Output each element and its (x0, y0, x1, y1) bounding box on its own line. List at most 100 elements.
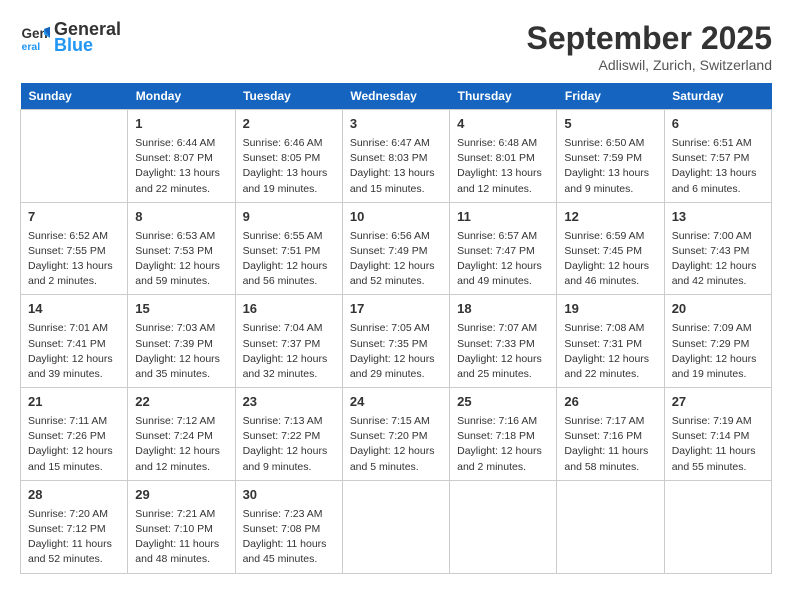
calendar-cell: 8 Sunrise: 6:53 AM Sunset: 7:53 PM Daylig… (128, 202, 235, 295)
day-header-tuesday: Tuesday (235, 83, 342, 110)
calendar-cell: 20 Sunrise: 7:09 AM Sunset: 7:29 PM Dayli… (664, 295, 771, 388)
day-number: 3 (350, 115, 442, 134)
day-header-wednesday: Wednesday (342, 83, 449, 110)
calendar-cell: 26Sunrise: 7:17 AM Sunset: 7:16 PM Dayli… (557, 388, 664, 481)
calendar-cell: 28 Sunrise: 7:20 AM Sunset: 7:12 PM Dayli… (21, 480, 128, 573)
day-number: 16 (243, 300, 335, 319)
cell-content: Sunrise: 7:00 AM Sunset: 7:43 PM Dayligh… (672, 229, 764, 290)
day-number: 23 (243, 393, 335, 412)
calendar-cell: 12 Sunrise: 6:59 AM Sunset: 7:45 PM Dayli… (557, 202, 664, 295)
logo-icon: Gen eral (20, 23, 50, 53)
calendar-cell: 17 Sunrise: 7:05 AM Sunset: 7:35 PM Dayli… (342, 295, 449, 388)
cell-content: Sunrise: 7:19 AM Sunset: 7:14 PM Dayligh… (672, 414, 764, 475)
calendar-cell: 22Sunrise: 7:12 AM Sunset: 7:24 PM Dayli… (128, 388, 235, 481)
cell-content: Sunrise: 7:16 AM Sunset: 7:18 PM Dayligh… (457, 414, 549, 475)
day-number: 14 (28, 300, 120, 319)
cell-content: Sunrise: 7:04 AM Sunset: 7:37 PM Dayligh… (243, 321, 335, 382)
calendar-cell: 30Sunrise: 7:23 AM Sunset: 7:08 PM Dayli… (235, 480, 342, 573)
cell-content: Sunrise: 7:07 AM Sunset: 7:33 PM Dayligh… (457, 321, 549, 382)
day-number: 21 (28, 393, 120, 412)
week-row-3: 14 Sunrise: 7:01 AM Sunset: 7:41 PM Dayli… (21, 295, 772, 388)
cell-content: Sunrise: 6:52 AM Sunset: 7:55 PM Dayligh… (28, 229, 120, 290)
day-number: 19 (564, 300, 656, 319)
day-number: 1 (135, 115, 227, 134)
calendar-cell: 7 Sunrise: 6:52 AM Sunset: 7:55 PM Daylig… (21, 202, 128, 295)
cell-content: Sunrise: 7:03 AM Sunset: 7:39 PM Dayligh… (135, 321, 227, 382)
cell-content: Sunrise: 7:15 AM Sunset: 7:20 PM Dayligh… (350, 414, 442, 475)
day-number: 11 (457, 208, 549, 227)
week-row-1: 1 Sunrise: 6:44 AM Sunset: 8:07 PM Daylig… (21, 110, 772, 203)
day-header-sunday: Sunday (21, 83, 128, 110)
day-number: 27 (672, 393, 764, 412)
calendar-cell: 2 Sunrise: 6:46 AM Sunset: 8:05 PM Daylig… (235, 110, 342, 203)
calendar-cell: 18Sunrise: 7:07 AM Sunset: 7:33 PM Dayli… (450, 295, 557, 388)
day-number: 28 (28, 486, 120, 505)
day-number: 6 (672, 115, 764, 134)
cell-content: Sunrise: 6:44 AM Sunset: 8:07 PM Dayligh… (135, 136, 227, 197)
day-number: 12 (564, 208, 656, 227)
day-number: 2 (243, 115, 335, 134)
calendar-cell (557, 480, 664, 573)
title-block: September 2025 Adliswil, Zurich, Switzer… (527, 20, 772, 73)
day-number: 13 (672, 208, 764, 227)
calendar-table: SundayMondayTuesdayWednesdayThursdayFrid… (20, 83, 772, 574)
day-number: 8 (135, 208, 227, 227)
day-number: 20 (672, 300, 764, 319)
day-number: 17 (350, 300, 442, 319)
calendar-cell (664, 480, 771, 573)
cell-content: Sunrise: 7:13 AM Sunset: 7:22 PM Dayligh… (243, 414, 335, 475)
cell-content: Sunrise: 7:05 AM Sunset: 7:35 PM Dayligh… (350, 321, 442, 382)
cell-content: Sunrise: 6:50 AM Sunset: 7:59 PM Dayligh… (564, 136, 656, 197)
calendar-cell (21, 110, 128, 203)
day-number: 10 (350, 208, 442, 227)
calendar-cell: 3 Sunrise: 6:47 AM Sunset: 8:03 PM Daylig… (342, 110, 449, 203)
calendar-cell: 9Sunrise: 6:55 AM Sunset: 7:51 PM Daylig… (235, 202, 342, 295)
location: Adliswil, Zurich, Switzerland (527, 57, 772, 73)
day-number: 7 (28, 208, 120, 227)
week-row-4: 21 Sunrise: 7:11 AM Sunset: 7:26 PM Dayli… (21, 388, 772, 481)
cell-content: Sunrise: 6:53 AM Sunset: 7:53 PM Dayligh… (135, 229, 227, 290)
calendar-cell: 29Sunrise: 7:21 AM Sunset: 7:10 PM Dayli… (128, 480, 235, 573)
calendar-cell: 19 Sunrise: 7:08 AM Sunset: 7:31 PM Dayli… (557, 295, 664, 388)
cell-content: Sunrise: 6:51 AM Sunset: 7:57 PM Dayligh… (672, 136, 764, 197)
day-number: 24 (350, 393, 442, 412)
week-row-2: 7 Sunrise: 6:52 AM Sunset: 7:55 PM Daylig… (21, 202, 772, 295)
day-number: 4 (457, 115, 549, 134)
cell-content: Sunrise: 7:20 AM Sunset: 7:12 PM Dayligh… (28, 507, 120, 568)
page-header: Gen eral General Blue September 2025 Adl… (20, 20, 772, 73)
calendar-cell: 27 Sunrise: 7:19 AM Sunset: 7:14 PM Dayli… (664, 388, 771, 481)
day-number: 9 (243, 208, 335, 227)
calendar-cell: 13 Sunrise: 7:00 AM Sunset: 7:43 PM Dayli… (664, 202, 771, 295)
cell-content: Sunrise: 6:59 AM Sunset: 7:45 PM Dayligh… (564, 229, 656, 290)
calendar-cell: 10 Sunrise: 6:56 AM Sunset: 7:49 PM Dayli… (342, 202, 449, 295)
svg-text:eral: eral (22, 41, 41, 53)
week-row-5: 28 Sunrise: 7:20 AM Sunset: 7:12 PM Dayli… (21, 480, 772, 573)
cell-content: Sunrise: 6:57 AM Sunset: 7:47 PM Dayligh… (457, 229, 549, 290)
cell-content: Sunrise: 7:09 AM Sunset: 7:29 PM Dayligh… (672, 321, 764, 382)
header-row: SundayMondayTuesdayWednesdayThursdayFrid… (21, 83, 772, 110)
cell-content: Sunrise: 6:56 AM Sunset: 7:49 PM Dayligh… (350, 229, 442, 290)
calendar-cell: 24 Sunrise: 7:15 AM Sunset: 7:20 PM Dayli… (342, 388, 449, 481)
day-number: 5 (564, 115, 656, 134)
day-number: 15 (135, 300, 227, 319)
cell-content: Sunrise: 7:17 AM Sunset: 7:16 PM Dayligh… (564, 414, 656, 475)
calendar-cell: 25Sunrise: 7:16 AM Sunset: 7:18 PM Dayli… (450, 388, 557, 481)
cell-content: Sunrise: 7:01 AM Sunset: 7:41 PM Dayligh… (28, 321, 120, 382)
calendar-cell: 21 Sunrise: 7:11 AM Sunset: 7:26 PM Dayli… (21, 388, 128, 481)
cell-content: Sunrise: 7:11 AM Sunset: 7:26 PM Dayligh… (28, 414, 120, 475)
svg-text:Gen: Gen (22, 26, 48, 41)
calendar-cell: 15 Sunrise: 7:03 AM Sunset: 7:39 PM Dayli… (128, 295, 235, 388)
cell-content: Sunrise: 7:08 AM Sunset: 7:31 PM Dayligh… (564, 321, 656, 382)
calendar-cell: 5 Sunrise: 6:50 AM Sunset: 7:59 PM Daylig… (557, 110, 664, 203)
day-header-thursday: Thursday (450, 83, 557, 110)
calendar-cell: 1 Sunrise: 6:44 AM Sunset: 8:07 PM Daylig… (128, 110, 235, 203)
cell-content: Sunrise: 6:46 AM Sunset: 8:05 PM Dayligh… (243, 136, 335, 197)
month-title: September 2025 (527, 20, 772, 57)
day-header-monday: Monday (128, 83, 235, 110)
calendar-cell: 14 Sunrise: 7:01 AM Sunset: 7:41 PM Dayli… (21, 295, 128, 388)
cell-content: Sunrise: 7:12 AM Sunset: 7:24 PM Dayligh… (135, 414, 227, 475)
calendar-cell: 4Sunrise: 6:48 AM Sunset: 8:01 PM Daylig… (450, 110, 557, 203)
calendar-cell: 6 Sunrise: 6:51 AM Sunset: 7:57 PM Daylig… (664, 110, 771, 203)
cell-content: Sunrise: 6:47 AM Sunset: 8:03 PM Dayligh… (350, 136, 442, 197)
calendar-cell: 23 Sunrise: 7:13 AM Sunset: 7:22 PM Dayli… (235, 388, 342, 481)
